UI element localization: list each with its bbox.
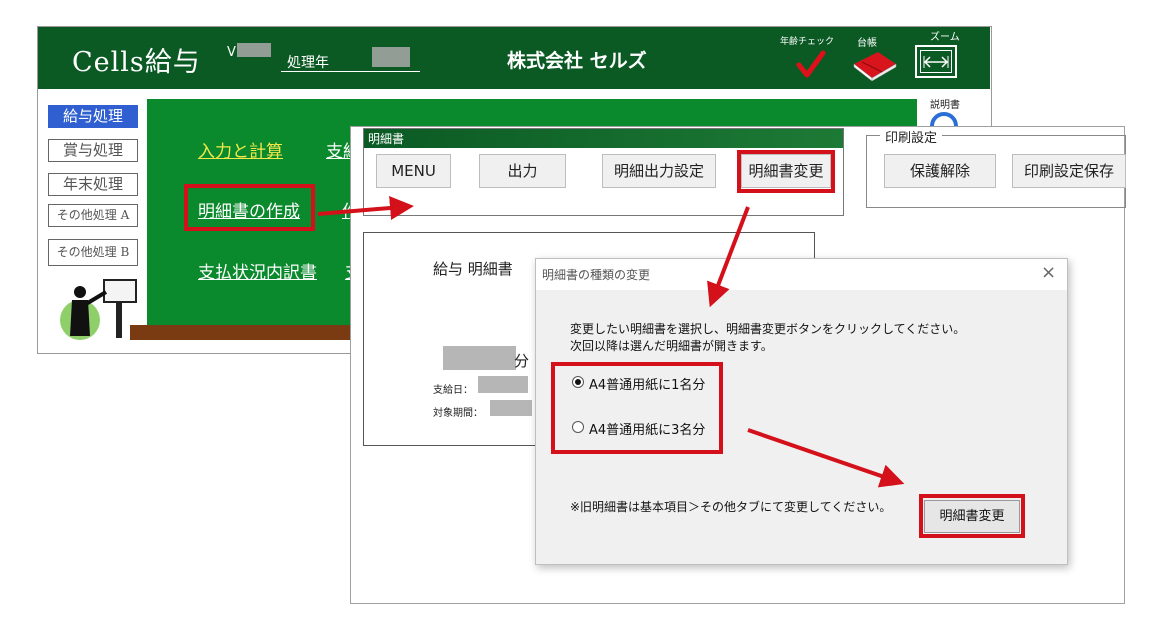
arrow-to-sheet xyxy=(317,196,414,220)
arrow-to-dialog-button xyxy=(747,428,905,488)
annotation-arrows xyxy=(317,196,905,488)
arrow-to-dialog xyxy=(707,206,750,308)
